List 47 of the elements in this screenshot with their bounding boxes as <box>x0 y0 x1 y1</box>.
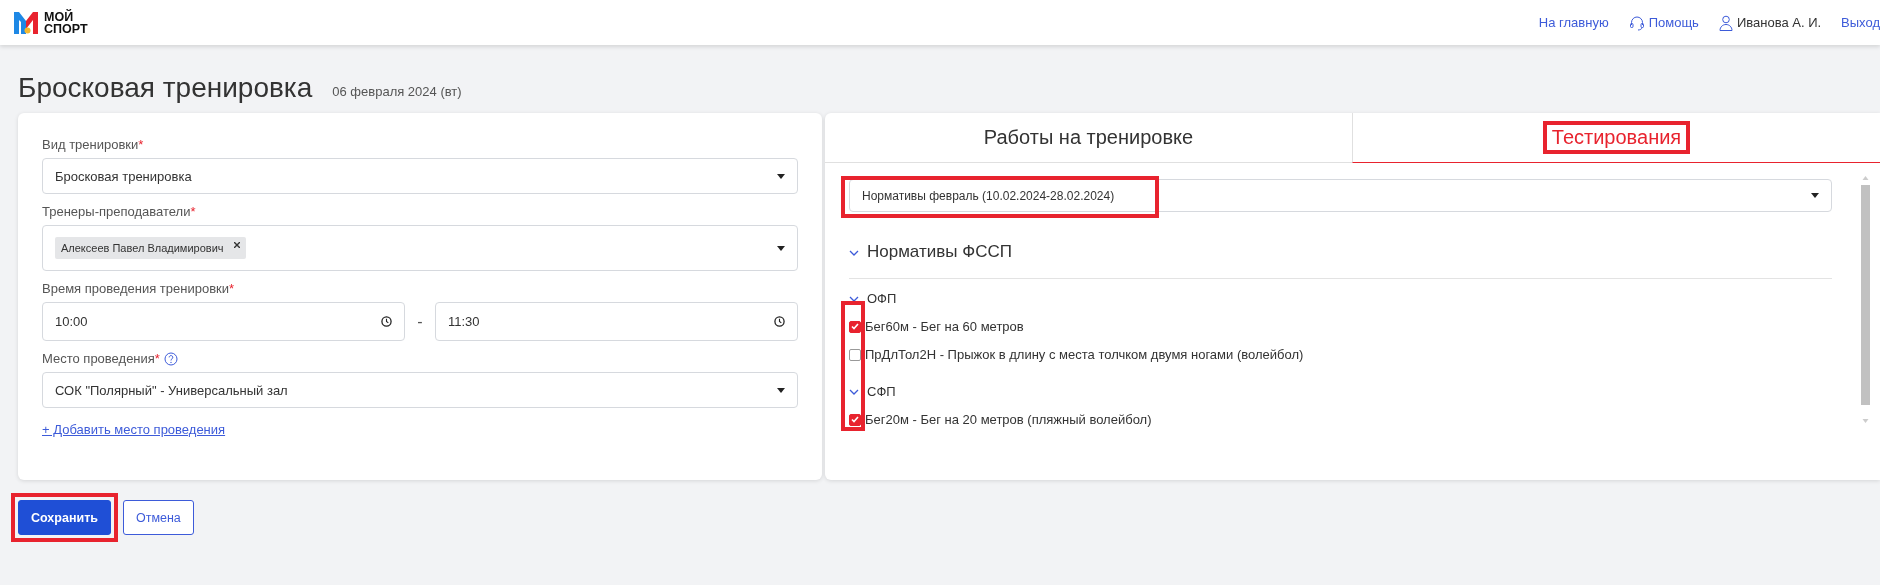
select-field[interactable]: Алексеев Павел Владимирович <box>42 225 798 271</box>
caret-icon <box>777 245 785 251</box>
field-label: Время проведения тренировки* <box>42 281 235 296</box>
field-label: Место проведения* <box>42 351 160 366</box>
time-field[interactable]: 10:00 <box>42 302 405 341</box>
save-button[interactable]: Сохранить <box>18 500 111 535</box>
logo-text: МОЙ СПОРТ <box>44 10 88 35</box>
group-title: Нормативы ФССП <box>867 242 1012 262</box>
logo-icon <box>14 11 38 34</box>
clock-icon[interactable] <box>774 316 785 327</box>
chevron-icon[interactable] <box>849 389 859 396</box>
nav-link[interactable]: На главную <box>1538 15 1609 30</box>
tab[interactable]: Тестирования <box>1352 113 1880 163</box>
checkbox[interactable] <box>849 320 861 333</box>
field-label: Вид тренировки* <box>42 137 144 152</box>
chevron-icon[interactable] <box>849 250 859 257</box>
headset-icon <box>1628 14 1645 31</box>
user-link[interactable]: Иванова А. И. <box>1718 14 1822 31</box>
select-field[interactable]: Бросковая тренировка <box>42 158 798 194</box>
select-field[interactable]: Нормативы февраль (10.02.2024-28.02.2024) <box>849 179 1832 212</box>
select-field[interactable]: СОК "Полярный" - Универсальный зал <box>42 372 798 408</box>
user-icon <box>1718 14 1733 31</box>
add-place-link[interactable]: + Добавить место проведения <box>42 422 226 437</box>
nav-link[interactable]: Выход <box>1841 15 1880 30</box>
caret-icon <box>1811 193 1819 198</box>
time-field[interactable]: 11:30 <box>435 302 798 341</box>
remove-icon[interactable] <box>233 242 240 248</box>
checkbox-label: Бег60м - Бег на 60 метров <box>865 319 1024 334</box>
page-date: 06 февраля 2024 (вт) <box>332 83 462 99</box>
page-title: Бросковая тренировка <box>18 72 313 104</box>
cancel-button[interactable]: Отмена <box>122 500 194 535</box>
caret-icon <box>777 173 785 179</box>
checkbox-label: Бег20м - Бег на 20 метров (пляжный волейбол) <box>865 412 1152 427</box>
help-link[interactable]: Помощь <box>1628 14 1699 31</box>
group-title: ОФП <box>867 291 897 306</box>
help-icon[interactable] <box>163 351 178 366</box>
group-title: СФП <box>867 384 896 399</box>
checkbox-label: ПрДлТол2Н - Прыжок в длину с места толчком двумя ногами (волейбол) <box>865 347 1304 362</box>
clock-icon[interactable] <box>381 316 392 327</box>
caret-icon <box>777 387 785 393</box>
field-label: Тренеры-преподаватели* <box>42 204 196 219</box>
checkbox[interactable] <box>849 413 861 426</box>
tag-chip: Алексеев Павел Владимирович <box>55 237 246 259</box>
tab[interactable]: Работы на тренировке <box>825 113 1352 163</box>
chevron-icon[interactable] <box>849 296 859 303</box>
range-separator: - <box>416 312 424 331</box>
checkbox[interactable] <box>849 348 861 361</box>
